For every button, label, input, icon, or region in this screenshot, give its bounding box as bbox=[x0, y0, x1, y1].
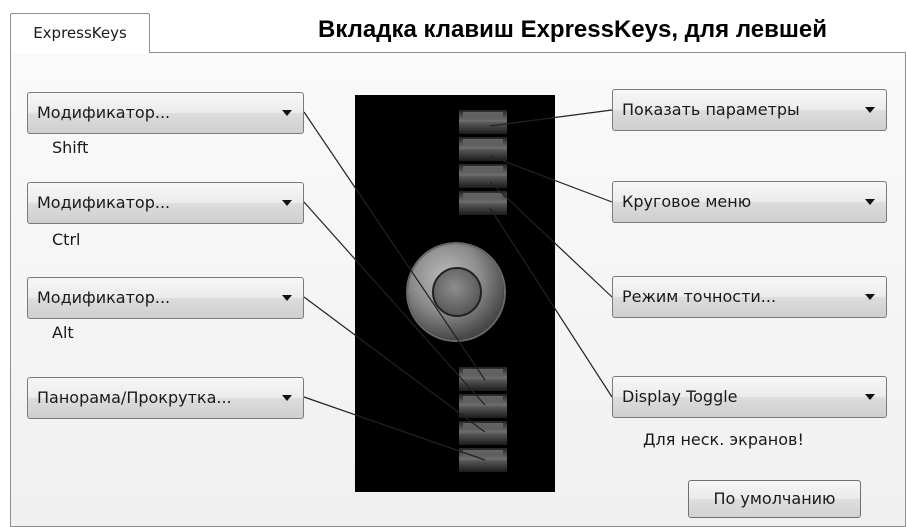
tab-expresskeys[interactable]: ExpressKeys bbox=[10, 13, 150, 53]
right-dropdown-2[interactable]: Круговое меню bbox=[612, 181, 887, 223]
right-dropdown-3[interactable]: Режим точности... bbox=[612, 276, 887, 318]
page-title: Вкладка клавиш ExpressKeys, для левшей bbox=[318, 16, 827, 43]
chevron-down-icon bbox=[865, 294, 875, 300]
right-dropdown-4[interactable]: Display Toggle bbox=[612, 376, 887, 418]
touch-ring-center bbox=[432, 267, 482, 317]
touch-ring bbox=[408, 244, 504, 340]
left-dropdown-4[interactable]: Панорама/Прокрутка... bbox=[27, 377, 304, 419]
expresskey bbox=[459, 421, 507, 445]
chevron-down-icon bbox=[282, 395, 292, 401]
top-expresskeys bbox=[459, 110, 507, 218]
dropdown-value: Режим точности... bbox=[622, 287, 777, 306]
chevron-down-icon bbox=[865, 107, 875, 113]
expresskey bbox=[459, 110, 507, 134]
dropdown-value: Круговое меню bbox=[622, 192, 752, 211]
expresskey bbox=[459, 164, 507, 188]
dropdown-value: Панорама/Прокрутка... bbox=[37, 388, 232, 407]
chevron-down-icon bbox=[865, 199, 875, 205]
default-button[interactable]: По умолчанию bbox=[688, 480, 861, 518]
left-dropdown-1[interactable]: Модификатор... bbox=[27, 92, 304, 134]
left-dropdown-2[interactable]: Модификатор... bbox=[27, 182, 304, 224]
chevron-down-icon bbox=[865, 394, 875, 400]
dropdown-value: Показать параметры bbox=[622, 100, 800, 119]
dropdown-value: Модификатор... bbox=[37, 193, 171, 212]
expresskey bbox=[459, 137, 507, 161]
chevron-down-icon bbox=[282, 200, 292, 206]
expresskeys-settings-window: ExpressKeys Вкладка клавиш ExpressKeys, … bbox=[0, 0, 907, 527]
chevron-down-icon bbox=[282, 295, 292, 301]
left-dropdown-2-sublabel: Ctrl bbox=[52, 230, 81, 249]
tablet-illustration bbox=[355, 95, 555, 492]
chevron-down-icon bbox=[282, 110, 292, 116]
right-dropdown-1[interactable]: Показать параметры bbox=[612, 89, 887, 131]
expresskey bbox=[459, 394, 507, 418]
bottom-expresskeys bbox=[459, 367, 507, 475]
expresskey bbox=[459, 367, 507, 391]
dropdown-value: Модификатор... bbox=[37, 103, 171, 122]
right-dropdown-4-sublabel: Для неск. экранов! bbox=[643, 430, 804, 449]
expresskey bbox=[459, 448, 507, 472]
left-dropdown-3-sublabel: Alt bbox=[52, 323, 74, 342]
dropdown-value: Модификатор... bbox=[37, 288, 171, 307]
left-dropdown-3[interactable]: Модификатор... bbox=[27, 277, 304, 319]
left-dropdown-1-sublabel: Shift bbox=[52, 138, 89, 157]
dropdown-value: Display Toggle bbox=[622, 387, 738, 406]
expresskey bbox=[459, 191, 507, 215]
